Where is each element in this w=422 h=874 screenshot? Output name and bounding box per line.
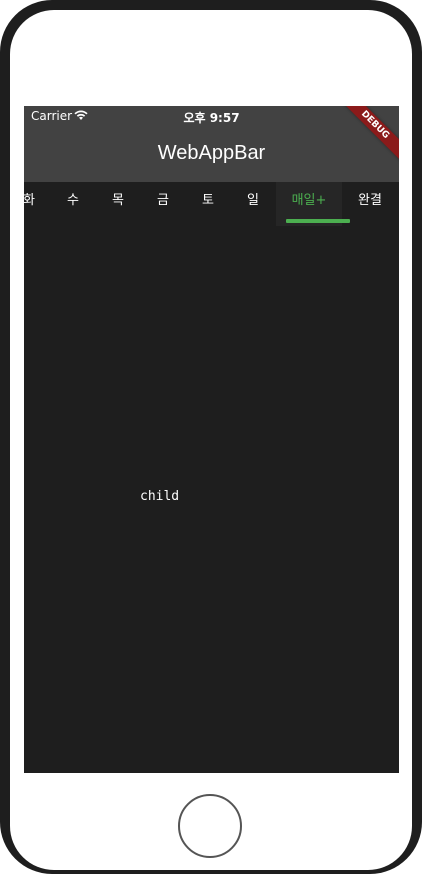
- tab-tue[interactable]: 화: [24, 182, 44, 226]
- tab-label: 완결: [358, 193, 382, 208]
- tab-thu[interactable]: 목: [103, 182, 133, 226]
- tab-label: 금: [157, 193, 169, 208]
- device-frame: Carrier 오후 9:57 WebAppBar 화 수 목 금 토 일 매일…: [0, 0, 422, 874]
- tab-label: 목: [112, 193, 124, 208]
- tab-label: 토: [202, 193, 214, 208]
- status-bar: Carrier 오후 9:57: [24, 106, 399, 126]
- tab-fri[interactable]: 금: [148, 182, 178, 226]
- app-screen: Carrier 오후 9:57 WebAppBar 화 수 목 금 토 일 매일…: [24, 106, 399, 773]
- tab-indicator: [286, 219, 350, 223]
- home-button[interactable]: [178, 794, 242, 858]
- tab-label: 화: [24, 193, 35, 208]
- tab-label: 매일+: [291, 193, 327, 208]
- tab-completed[interactable]: 완결: [350, 182, 390, 226]
- tab-label: 일: [247, 193, 259, 208]
- tab-sun[interactable]: 일: [238, 182, 268, 226]
- app-bar-title: WebAppBar: [157, 142, 266, 164]
- app-bar: WebAppBar: [24, 126, 399, 182]
- tab-sat[interactable]: 토: [193, 182, 223, 226]
- status-time: 오후 9:57: [183, 111, 240, 125]
- body-placeholder-text: child: [140, 489, 180, 504]
- tab-label: 수: [67, 193, 79, 208]
- tab-wed[interactable]: 수: [58, 182, 88, 226]
